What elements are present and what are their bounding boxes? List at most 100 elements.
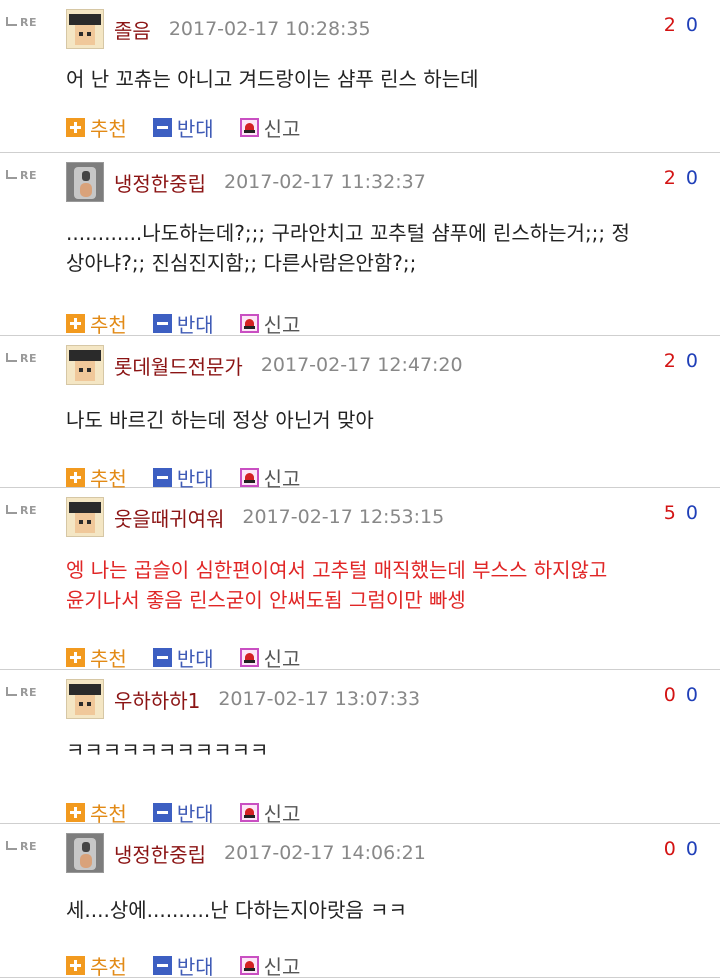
plus-icon bbox=[66, 803, 85, 822]
comment-date: 2017-02-17 12:47:20 bbox=[260, 354, 463, 376]
siren-icon bbox=[239, 118, 259, 137]
comment-actions: 추천 반대 신고 bbox=[66, 643, 326, 672]
downvote-count: 0 bbox=[685, 502, 700, 524]
plus-icon bbox=[66, 956, 85, 975]
comment-text: 나도 바르긴 하는데 정상 아닌거 맞아 bbox=[66, 405, 700, 435]
recommend-button[interactable]: 추천 bbox=[66, 798, 127, 827]
plus-icon bbox=[66, 648, 85, 667]
minus-icon bbox=[152, 118, 172, 137]
minus-icon bbox=[152, 803, 172, 822]
oppose-label: 반대 bbox=[176, 647, 214, 671]
report-button[interactable]: 신고 bbox=[239, 798, 300, 827]
comment-date: 2017-02-17 12:53:15 bbox=[242, 506, 445, 528]
reply-re-icon: RE bbox=[6, 169, 37, 182]
comment-line: 세....상에..........난 다하는지아랏음 ㅋㅋ bbox=[66, 898, 407, 922]
recommend-label: 추천 bbox=[90, 802, 127, 826]
downvote-count: 0 bbox=[685, 838, 700, 860]
oppose-label: 반대 bbox=[176, 117, 214, 141]
downvote-count: 0 bbox=[685, 684, 700, 706]
nickname[interactable]: 졸음 bbox=[114, 15, 151, 44]
avatar[interactable] bbox=[66, 833, 104, 873]
comment-line: 어 난 꼬츄는 아니고 겨드랑이는 샴푸 린스 하는데 bbox=[66, 67, 479, 91]
comment-item: RE 냉정한중립 2017-02-17 11:32:37 2 0 .......… bbox=[0, 153, 720, 338]
minus-icon bbox=[152, 314, 172, 333]
recommend-button[interactable]: 추천 bbox=[66, 643, 127, 672]
recommend-button[interactable]: 추천 bbox=[66, 309, 127, 338]
comment-date: 2017-02-17 11:32:37 bbox=[224, 171, 426, 193]
report-label: 신고 bbox=[263, 647, 301, 671]
upvote-count: 0 bbox=[663, 684, 678, 706]
reply-re-icon: RE bbox=[6, 686, 37, 699]
siren-icon bbox=[239, 956, 259, 975]
comment-header: 우하하하1 2017-02-17 13:07:33 bbox=[66, 678, 420, 720]
comment-actions: 추천 반대 신고 bbox=[66, 113, 326, 142]
comment-line: 상아냐?;; 진심진지함;; 다른사람은안함?;; bbox=[66, 251, 417, 275]
comment-header: 웃을때귀여워 2017-02-17 12:53:15 bbox=[66, 496, 444, 538]
comment-date: 2017-02-17 10:28:35 bbox=[168, 18, 371, 40]
comment-header: 냉정한중립 2017-02-17 14:06:21 bbox=[66, 832, 426, 874]
oppose-button[interactable]: 반대 bbox=[152, 951, 214, 980]
minus-icon bbox=[152, 468, 172, 487]
comment-header: 졸음 2017-02-17 10:28:35 bbox=[66, 8, 371, 50]
siren-icon bbox=[239, 314, 259, 333]
comment-text: 어 난 꼬츄는 아니고 겨드랑이는 샴푸 린스 하는데 bbox=[66, 64, 700, 94]
comment-line: 나도 바르긴 하는데 정상 아닌거 맞아 bbox=[66, 408, 374, 432]
plus-icon bbox=[66, 314, 85, 333]
reply-re-icon: RE bbox=[6, 16, 37, 29]
nickname[interactable]: 웃을때귀여워 bbox=[114, 503, 224, 532]
vote-score: 0 0 bbox=[664, 684, 700, 706]
upvote-count: 2 bbox=[663, 14, 678, 36]
report-label: 신고 bbox=[263, 313, 301, 337]
comment-item: RE 냉정한중립 2017-02-17 14:06:21 0 0 세....상에… bbox=[0, 824, 720, 980]
report-button[interactable]: 신고 bbox=[239, 309, 301, 338]
oppose-button[interactable]: 반대 bbox=[152, 113, 214, 142]
oppose-button[interactable]: 반대 bbox=[152, 643, 214, 672]
avatar[interactable] bbox=[66, 497, 104, 537]
avatar[interactable] bbox=[66, 162, 104, 202]
comment-line: ㅋㅋㅋㅋㅋㅋㅋㅋㅋㅋㅋ bbox=[66, 738, 269, 762]
comment-actions: 추천 반대 신고 bbox=[66, 951, 326, 980]
report-label: 신고 bbox=[263, 117, 301, 141]
avatar[interactable] bbox=[66, 679, 104, 719]
recommend-label: 추천 bbox=[90, 117, 127, 141]
comment-date: 2017-02-17 13:07:33 bbox=[218, 688, 421, 710]
oppose-label: 반대 bbox=[176, 955, 214, 979]
comment-actions: 추천 반대 신고 bbox=[66, 798, 326, 827]
upvote-count: 2 bbox=[663, 167, 678, 189]
upvote-count: 0 bbox=[663, 838, 678, 860]
comment-header: 롯데월드전문가 2017-02-17 12:47:20 bbox=[66, 344, 463, 386]
reply-re-icon: RE bbox=[6, 504, 37, 517]
comment-line: 엥 나는 곱슬이 심한편이여서 고추털 매직했는데 부스스 하지않고 bbox=[66, 558, 608, 582]
avatar[interactable] bbox=[66, 9, 104, 49]
reply-re-icon: RE bbox=[6, 352, 37, 365]
siren-icon bbox=[239, 468, 259, 487]
comment-text: ............나도하는데?;;; 구라안치고 꼬추털 샴푸에 린스하는… bbox=[66, 218, 700, 278]
downvote-count: 0 bbox=[685, 350, 700, 372]
vote-score: 0 0 bbox=[664, 838, 700, 860]
oppose-label: 반대 bbox=[176, 313, 214, 337]
avatar[interactable] bbox=[66, 345, 104, 385]
upvote-count: 2 bbox=[663, 350, 678, 372]
minus-icon bbox=[152, 648, 172, 667]
comment-item: RE 졸음 2017-02-17 10:28:35 2 0 어 난 꼬츄는 아니… bbox=[0, 0, 720, 153]
report-button[interactable]: 신고 bbox=[239, 113, 301, 142]
recommend-label: 추천 bbox=[90, 647, 127, 671]
nickname[interactable]: 롯데월드전문가 bbox=[114, 351, 243, 380]
nickname[interactable]: 우하하하1 bbox=[114, 685, 200, 714]
recommend-button[interactable]: 추천 bbox=[66, 113, 127, 142]
reply-re-icon: RE bbox=[6, 840, 37, 853]
oppose-button[interactable]: 반대 bbox=[152, 309, 214, 338]
comment-item: RE 롯데월드전문가 2017-02-17 12:47:20 2 0 나도 바르… bbox=[0, 336, 720, 491]
oppose-button[interactable]: 반대 bbox=[152, 798, 214, 827]
nickname[interactable]: 냉정한중립 bbox=[114, 168, 206, 197]
plus-icon bbox=[66, 118, 85, 137]
report-button[interactable]: 신고 bbox=[239, 951, 300, 980]
recommend-button[interactable]: 추천 bbox=[66, 951, 127, 980]
comment-header: 냉정한중립 2017-02-17 11:32:37 bbox=[66, 161, 426, 203]
vote-score: 5 0 bbox=[664, 502, 700, 524]
report-button[interactable]: 신고 bbox=[239, 643, 301, 672]
comment-item: RE 웃을때귀여워 2017-02-17 12:53:15 5 0 엥 나는 곱… bbox=[0, 488, 720, 672]
nickname[interactable]: 냉정한중립 bbox=[114, 839, 206, 868]
comment-line: ............나도하는데?;;; 구라안치고 꼬추털 샴푸에 린스하는… bbox=[66, 221, 630, 245]
downvote-count: 0 bbox=[685, 167, 700, 189]
